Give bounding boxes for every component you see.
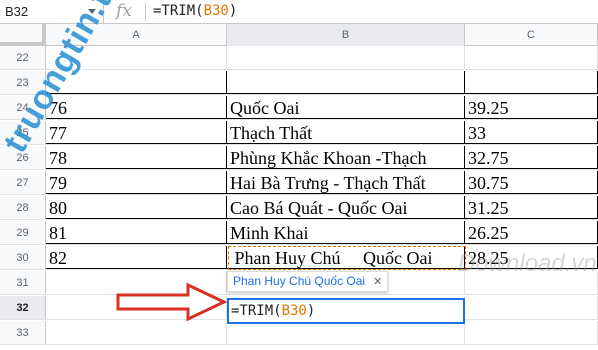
sheet-row: 27 79 Hai Bà Trưng - Thạch Thất 30.75: [0, 171, 598, 195]
row-header[interactable]: 22: [0, 46, 46, 69]
formula-bar-divider: [145, 3, 146, 21]
cell-c[interactable]: [465, 271, 598, 294]
row-header[interactable]: 29: [0, 221, 46, 244]
cell-c[interactable]: 32.75: [465, 146, 598, 169]
row-header[interactable]: 31: [0, 271, 46, 294]
row-header[interactable]: 23: [0, 71, 46, 94]
cell-formula-prefix: =TRIM(: [231, 303, 282, 319]
cell-b[interactable]: Thạch Thất: [227, 121, 465, 144]
sheet-row: 33: [0, 321, 598, 345]
sheet-row: 24 76 Quốc Oai 39.25: [0, 96, 598, 120]
cell-formula-suffix: ): [306, 303, 316, 319]
cell-b[interactable]: [227, 46, 465, 69]
cell-c[interactable]: [465, 296, 598, 319]
cell-formula-ref: B30: [281, 303, 307, 319]
row-header[interactable]: 27: [0, 171, 46, 194]
cell-c[interactable]: 33: [465, 121, 598, 144]
preview-text: Phan Huy Chú Quốc Oai: [233, 274, 366, 288]
red-arrow-icon: [116, 282, 228, 322]
cell-a[interactable]: [46, 321, 227, 344]
cell-c[interactable]: 26.25: [465, 221, 598, 244]
cell-b[interactable]: Quốc Oai: [227, 96, 465, 119]
cell-a[interactable]: 79: [46, 171, 227, 194]
fx-icon: fx: [116, 1, 132, 21]
cell-a[interactable]: 82: [46, 246, 227, 269]
cell-a[interactable]: 76: [46, 96, 227, 119]
cell-a[interactable]: 80: [46, 196, 227, 219]
cell-c[interactable]: 30.75: [465, 171, 598, 194]
cell-c[interactable]: 39.25: [465, 96, 598, 119]
cell-b[interactable]: Phùng Khắc Khoan -Thạch: [227, 146, 465, 169]
formula-result-preview: Phan Huy Chú Quốc Oai ✕: [227, 271, 389, 292]
cell-a[interactable]: [46, 46, 227, 69]
formula-suffix: ): [228, 3, 238, 19]
sheet-row: 29 81 Minh Khai 26.25: [0, 221, 598, 245]
row-header[interactable]: 30: [0, 246, 46, 269]
cell-b[interactable]: [227, 71, 465, 94]
formula-input[interactable]: =TRIM(B30): [153, 3, 237, 19]
cell-c[interactable]: 31.25: [465, 196, 598, 219]
name-box[interactable]: B32: [0, 0, 104, 24]
active-cell-b32[interactable]: =TRIM(B30): [227, 298, 465, 324]
cell-a[interactable]: 81: [46, 221, 227, 244]
cell-c[interactable]: [465, 46, 598, 69]
cell-c[interactable]: 28.25: [465, 246, 598, 269]
chevron-down-icon[interactable]: [88, 9, 96, 14]
column-header-c[interactable]: C: [465, 24, 598, 46]
cell-c[interactable]: [465, 321, 598, 344]
sheet-row: 30 82 Phan Huy Chú Quốc Oai 28.25: [0, 246, 598, 270]
sheet-row: 26 78 Phùng Khắc Khoan -Thạch 32.75: [0, 146, 598, 170]
sheet-row: 23: [0, 71, 598, 95]
row-header[interactable]: 26: [0, 146, 46, 169]
select-all-corner[interactable]: [0, 24, 46, 46]
formula-ref: B30: [203, 3, 229, 19]
close-icon[interactable]: ✕: [373, 273, 382, 292]
cell-b[interactable]: Minh Khai: [227, 221, 465, 244]
sheet-row: 25 77 Thạch Thất 33: [0, 121, 598, 145]
sheet-row: 22: [0, 46, 598, 70]
formula-prefix: =TRIM(: [153, 3, 204, 19]
cell-b[interactable]: Cao Bá Quát - Quốc Oai: [227, 196, 465, 219]
column-header-b[interactable]: B: [227, 24, 465, 46]
row-header[interactable]: 28: [0, 196, 46, 219]
cell-b[interactable]: Phan Huy Chú Quốc Oai: [227, 246, 465, 269]
formula-bar: B32 fx =TRIM(B30): [0, 0, 598, 24]
row-header[interactable]: 25: [0, 121, 46, 144]
column-header-row: A B C: [0, 24, 598, 46]
cell-b[interactable]: Hai Bà Trưng - Thạch Thất: [227, 171, 465, 194]
row-header[interactable]: 33: [0, 321, 46, 344]
row-header[interactable]: 24: [0, 96, 46, 119]
cell-a[interactable]: 77: [46, 121, 227, 144]
row-header[interactable]: 32: [0, 296, 46, 319]
sheet-row: 28 80 Cao Bá Quát - Quốc Oai 31.25: [0, 196, 598, 220]
cell-a[interactable]: [46, 71, 227, 94]
cell-b[interactable]: [227, 321, 465, 344]
cell-c[interactable]: [465, 71, 598, 94]
name-box-value: B32: [5, 4, 29, 19]
cell-a[interactable]: 78: [46, 146, 227, 169]
column-header-a[interactable]: A: [46, 24, 227, 46]
